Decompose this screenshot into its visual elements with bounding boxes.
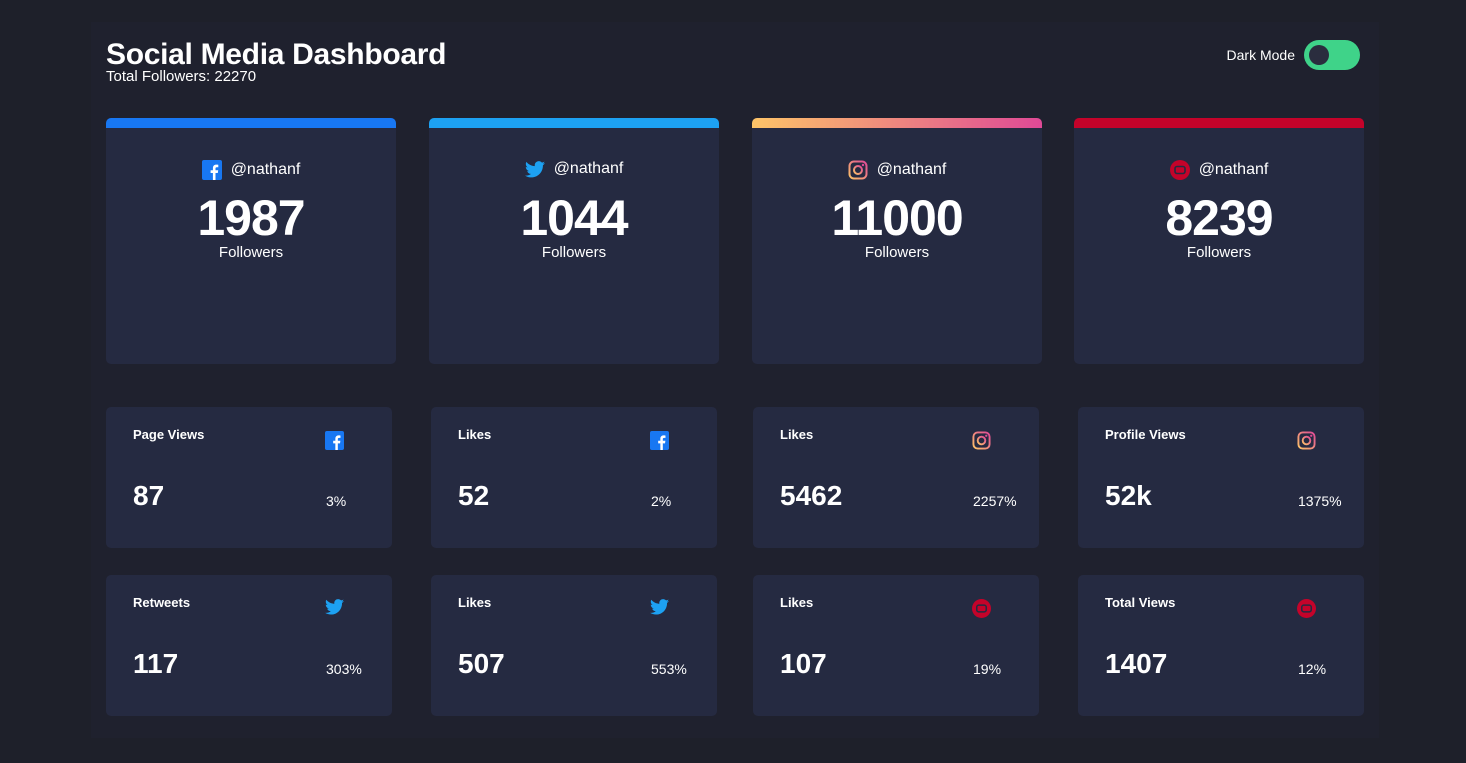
- metric-label: Likes: [458, 595, 492, 610]
- metric-percent: 303%: [326, 661, 362, 677]
- metric-percent: 12%: [1298, 661, 1327, 677]
- overview-card: Likes 107 19%: [753, 575, 1039, 716]
- metric-label: Profile Views: [1105, 427, 1186, 442]
- metric-value: 52: [458, 480, 490, 511]
- handle-text: @nathanf: [876, 161, 947, 178]
- metric-value: 117: [133, 648, 179, 679]
- metric-percent: 2%: [651, 493, 672, 509]
- facebook-icon: [201, 160, 222, 180]
- card-accent-stripe: [106, 118, 396, 128]
- dashboard-header: Social Media Dashboard Total Followers: …: [106, 37, 1364, 97]
- metric-percent: 19%: [973, 661, 1002, 677]
- metric-percent: 553%: [651, 661, 687, 677]
- overview-card: Likes 52 2%: [431, 407, 717, 548]
- dashboard-container: Social Media Dashboard Total Followers: …: [91, 22, 1379, 738]
- metric-value: 107: [780, 648, 827, 679]
- metric-percent: 2257%: [973, 493, 1017, 509]
- handle-text: @nathanf: [230, 161, 301, 178]
- followers-card-facebook: @nathanf 1987 Followers: [106, 118, 396, 364]
- follower-label: Followers: [541, 244, 607, 261]
- follower-count: 1987: [197, 190, 305, 246]
- card-accent-stripe: [429, 118, 719, 128]
- metric-value: 507: [458, 648, 505, 679]
- toggle-knob: [1309, 45, 1329, 65]
- followers-card-youtube: @nathanf 8239 Followers: [1074, 118, 1364, 364]
- metric-label: Total Views: [1105, 595, 1176, 610]
- instagram-icon: [972, 431, 991, 450]
- instagram-icon: [848, 160, 868, 180]
- followers-card-twitter: @nathanf 1044 Followers: [429, 118, 719, 364]
- metric-label: Likes: [458, 427, 492, 442]
- metric-label: Retweets: [133, 595, 191, 610]
- card-handle: @nathanf: [106, 160, 396, 180]
- card-handle: @nathanf: [1074, 160, 1364, 180]
- overview-cards: Page Views 87 3% Likes 52 2% Likes 5462 …: [106, 407, 1364, 717]
- dark-mode-control: Dark Mode: [1227, 39, 1360, 71]
- follower-label: Followers: [1186, 244, 1252, 261]
- handle-text: @nathanf: [1198, 161, 1269, 178]
- followers-cards: @nathanf 1987 Followers @nathanf 1044 Fo…: [106, 118, 1364, 364]
- follower-count: 11000: [831, 190, 963, 246]
- card-handle: @nathanf: [429, 160, 719, 178]
- card-handle: @nathanf: [752, 160, 1042, 180]
- metric-label: Likes: [780, 427, 814, 442]
- overview-card: Likes 5462 2257%: [753, 407, 1039, 548]
- facebook-icon: [650, 431, 669, 450]
- instagram-icon: [1297, 431, 1316, 450]
- metric-label: Page Views: [133, 427, 205, 442]
- overview-card: Page Views 87 3%: [106, 407, 392, 548]
- youtube-icon: [1297, 599, 1316, 618]
- total-followers: Total Followers: 22270: [106, 68, 257, 85]
- overview-card: Likes 507 553%: [431, 575, 717, 716]
- metric-value: 52k: [1105, 480, 1152, 511]
- facebook-icon: [325, 431, 344, 450]
- twitter-icon: [325, 599, 344, 615]
- overview-card: Retweets 117 303%: [106, 575, 392, 716]
- overview-card: Total Views 1407 12%: [1078, 575, 1364, 716]
- twitter-icon: [650, 599, 669, 615]
- youtube-icon: [1169, 160, 1190, 180]
- metric-percent: 3%: [326, 493, 347, 509]
- dark-mode-toggle[interactable]: [1304, 40, 1360, 70]
- card-accent-stripe: [752, 118, 1042, 128]
- metric-value: 5462: [780, 480, 843, 511]
- dark-mode-label: Dark Mode: [1226, 47, 1295, 63]
- followers-card-instagram: @nathanf 11000 Followers: [752, 118, 1042, 364]
- metric-label: Likes: [780, 595, 814, 610]
- card-accent-stripe: [1074, 118, 1364, 128]
- follower-label: Followers: [864, 244, 930, 261]
- follower-label: Followers: [218, 244, 284, 261]
- follower-count: 1044: [520, 190, 628, 246]
- metric-percent: 1375%: [1298, 493, 1342, 509]
- overview-card: Profile Views 52k 1375%: [1078, 407, 1364, 548]
- twitter-icon: [524, 160, 545, 178]
- metric-value: 1407: [1105, 648, 1168, 679]
- metric-value: 87: [133, 480, 165, 511]
- handle-text: @nathanf: [553, 160, 624, 177]
- follower-count: 8239: [1165, 190, 1273, 246]
- youtube-icon: [972, 599, 991, 618]
